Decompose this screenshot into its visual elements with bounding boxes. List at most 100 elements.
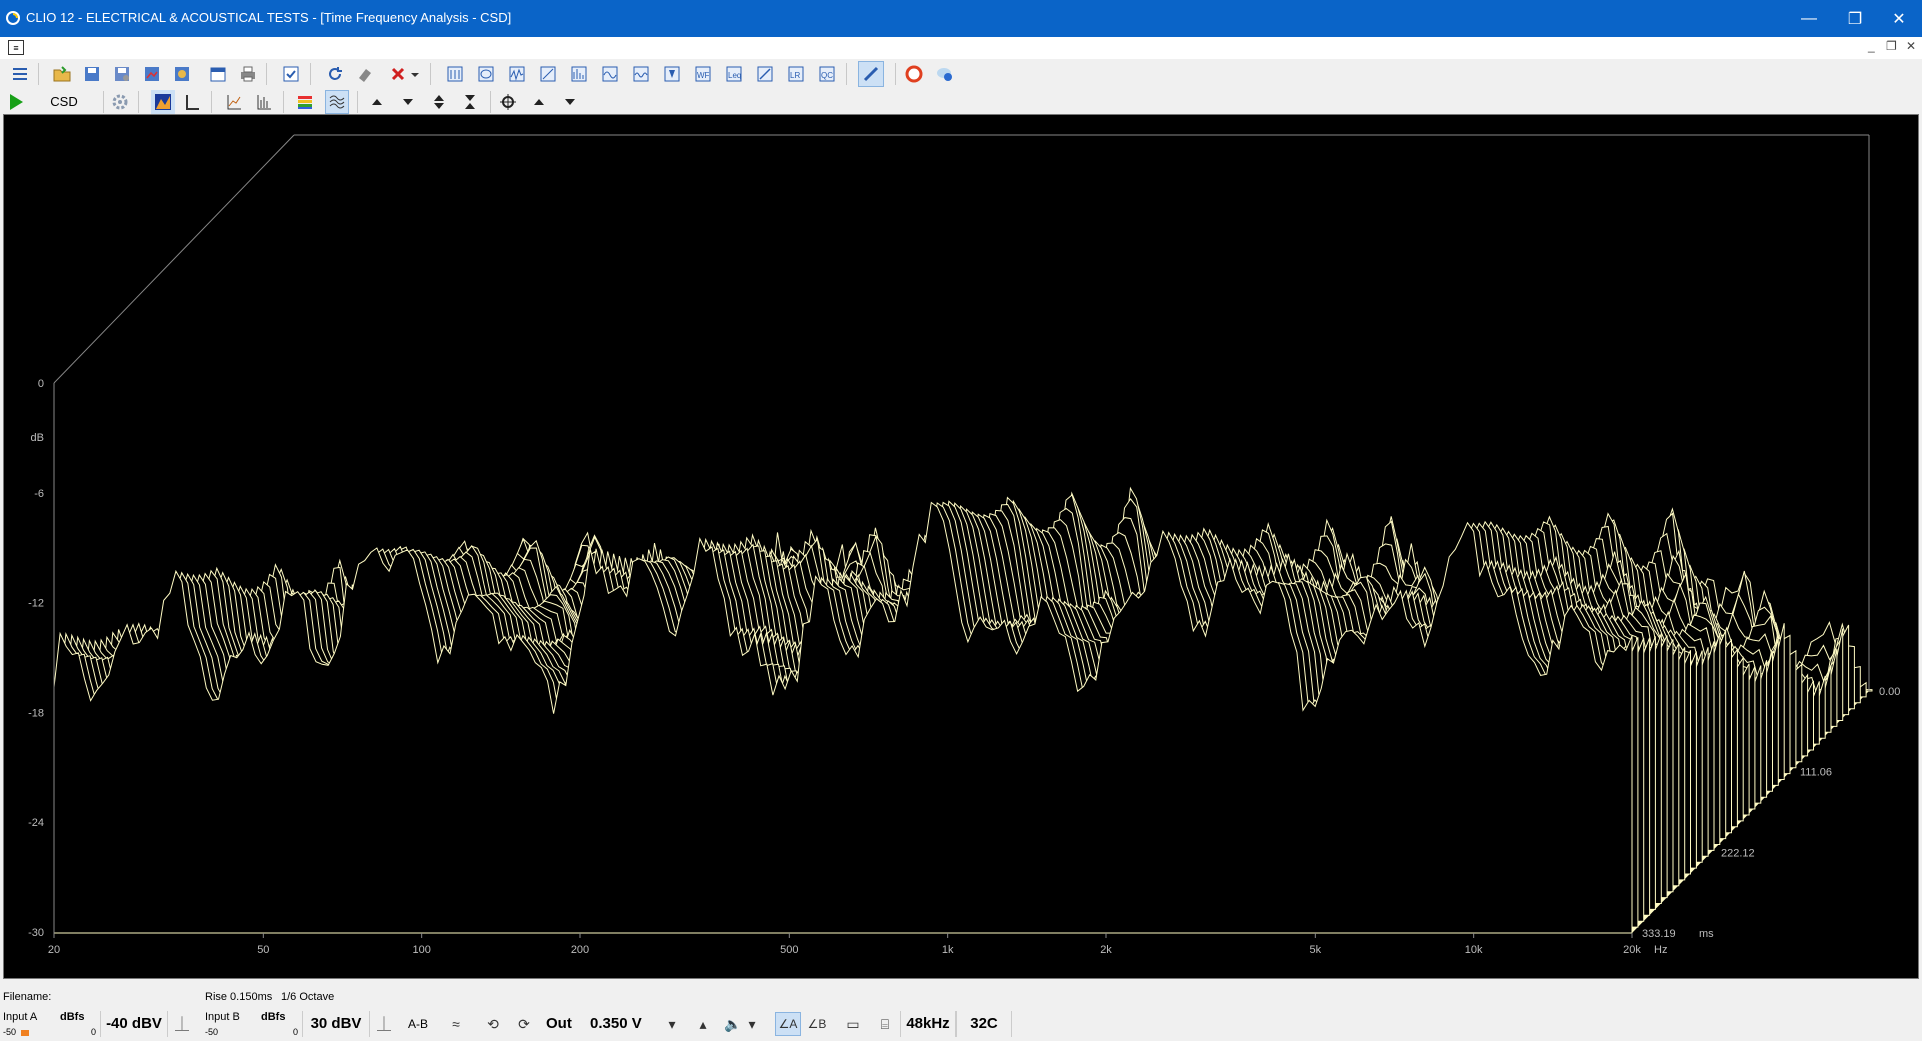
oscilloscope-icon[interactable] bbox=[474, 62, 498, 86]
axes-icon[interactable] bbox=[180, 90, 204, 114]
mdi-restore-button[interactable]: ❐ bbox=[1886, 39, 1897, 53]
card-icon[interactable]: ▭ bbox=[842, 1013, 864, 1035]
speaker-icon[interactable]: 🔈 bbox=[722, 1013, 744, 1035]
close-button[interactable]: ✕ bbox=[1876, 0, 1922, 37]
y-tick-label: -18 bbox=[28, 707, 44, 719]
waterfall-lines-icon[interactable] bbox=[325, 90, 349, 114]
zoom-out-icon[interactable] bbox=[458, 90, 482, 114]
chart-up-icon[interactable] bbox=[222, 90, 246, 114]
save-icon[interactable] bbox=[80, 62, 104, 86]
impedance-a-icon[interactable]: ∠A bbox=[775, 1012, 801, 1036]
directivity-icon[interactable] bbox=[629, 62, 653, 86]
sample-rate[interactable]: 48kHz bbox=[900, 1011, 956, 1037]
input-b-scale-min: -50 bbox=[205, 1027, 219, 1037]
lr-icon[interactable]: LR bbox=[784, 62, 808, 86]
mdi-close-button[interactable]: ✕ bbox=[1906, 39, 1916, 53]
3d-view-icon[interactable] bbox=[151, 90, 175, 114]
input-a-trigger-icon[interactable]: ⏊ bbox=[171, 1013, 193, 1035]
z-tick-label: 333.19 bbox=[1642, 928, 1676, 940]
delete-icon[interactable] bbox=[386, 62, 410, 86]
sinusoidal-icon[interactable] bbox=[536, 62, 560, 86]
leq-icon[interactable]: Leq bbox=[722, 62, 746, 86]
phantom-icon[interactable]: ≈ bbox=[445, 1013, 467, 1035]
csd-plot[interactable]: 0 -6 -12 -18 -24 -30 dB 20 50 100 200 500 1k 2k 5k 10k 2… bbox=[3, 114, 1919, 979]
delete-dropdown-icon[interactable] bbox=[409, 62, 421, 86]
x-tick-label: 2k bbox=[1100, 944, 1112, 956]
input-b-meter: -50 0 bbox=[205, 1027, 300, 1037]
scale-down-icon[interactable] bbox=[396, 90, 420, 114]
output-dropdown-icon[interactable]: ▾ bbox=[661, 1013, 683, 1035]
minimize-button[interactable]: — bbox=[1786, 0, 1832, 37]
x-tick-label: 5k bbox=[1310, 944, 1322, 956]
input-a-scale-min: -50 bbox=[3, 1027, 17, 1037]
restore-button[interactable]: ❐ bbox=[1832, 0, 1878, 37]
export-data-icon[interactable] bbox=[170, 62, 194, 86]
input-b-scale-max: 0 bbox=[293, 1027, 299, 1037]
input-a-scale-max: 0 bbox=[91, 1027, 97, 1037]
settings-icon[interactable] bbox=[108, 90, 132, 114]
status-bar: Filename: Rise 0.150ms 1/6 Octave Input … bbox=[0, 981, 1922, 1041]
wow-flutter-icon[interactable]: WF bbox=[691, 62, 715, 86]
save-as-icon[interactable] bbox=[110, 62, 134, 86]
cursor-down-icon[interactable] bbox=[558, 90, 582, 114]
help-lifebuoy-icon[interactable] bbox=[902, 62, 926, 86]
eraser-icon[interactable] bbox=[353, 62, 377, 86]
speaker-param-icon[interactable] bbox=[660, 62, 684, 86]
chart-bars-icon[interactable] bbox=[252, 90, 276, 114]
input-b-unit: dBfs bbox=[261, 1011, 286, 1023]
input-a-range[interactable]: -40 dBV bbox=[100, 1011, 168, 1037]
temperature: 32C bbox=[956, 1011, 1012, 1037]
document-icon[interactable]: ≡ bbox=[8, 40, 24, 55]
cursor-up-icon[interactable] bbox=[527, 90, 551, 114]
filename-label: Filename: bbox=[3, 991, 52, 1003]
scale-up-icon[interactable] bbox=[365, 90, 389, 114]
online-help-icon[interactable] bbox=[932, 62, 956, 86]
output-up-icon[interactable]: ▴ bbox=[692, 1013, 714, 1035]
svg-text:QC: QC bbox=[821, 71, 833, 80]
output-level[interactable]: 0.350 V bbox=[590, 1015, 642, 1032]
main-toolbar: WF Leq LR QC bbox=[0, 59, 1922, 89]
calendar-icon[interactable] bbox=[206, 62, 230, 86]
input-a-label: Input A bbox=[3, 1011, 38, 1023]
x-tick-label: 500 bbox=[780, 944, 798, 956]
y-tick-label: -6 bbox=[34, 488, 44, 500]
axis-frame-top bbox=[53, 134, 295, 384]
quality-control-icon[interactable]: QC bbox=[815, 62, 839, 86]
x-tick-label: 100 bbox=[412, 944, 430, 956]
csd-toolbar: CSD bbox=[0, 89, 1922, 115]
play-icon[interactable] bbox=[4, 90, 28, 114]
waterfall-icon[interactable] bbox=[598, 62, 622, 86]
export-image-icon[interactable] bbox=[140, 62, 164, 86]
multimeter-icon[interactable] bbox=[443, 62, 467, 86]
mdi-minimize-button[interactable]: _ bbox=[1868, 39, 1875, 53]
x-tick-label: 20k bbox=[1623, 944, 1641, 956]
fft-icon[interactable] bbox=[505, 62, 529, 86]
input-b-range[interactable]: 30 dBV bbox=[302, 1011, 370, 1037]
menu-icon[interactable] bbox=[8, 62, 32, 86]
color-scale-icon[interactable] bbox=[293, 90, 317, 114]
speaker-dropdown-icon[interactable]: ▾ bbox=[745, 1013, 759, 1035]
loop-b-icon[interactable]: ⟳ bbox=[513, 1013, 535, 1035]
ruler-icon[interactable] bbox=[858, 61, 884, 87]
refresh-icon[interactable] bbox=[323, 62, 347, 86]
svg-text:WF: WF bbox=[697, 71, 710, 80]
print-icon[interactable] bbox=[236, 62, 260, 86]
a-minus-b-button[interactable]: A-B bbox=[408, 1017, 428, 1031]
input-b-trigger-icon[interactable]: ⏊ bbox=[373, 1013, 395, 1035]
mode-label[interactable]: CSD bbox=[36, 91, 92, 113]
impedance-b-icon[interactable]: ∠B bbox=[806, 1013, 828, 1035]
input-b-label: Input B bbox=[205, 1011, 240, 1023]
z-tick-label: 111.06 bbox=[1800, 767, 1832, 779]
zoom-in-icon[interactable] bbox=[427, 90, 451, 114]
x-tick-label: 200 bbox=[571, 944, 589, 956]
open-folder-icon[interactable] bbox=[50, 62, 74, 86]
input-a-meter: -50 0 bbox=[3, 1027, 98, 1037]
loop-a-icon[interactable]: ⟲ bbox=[482, 1013, 504, 1035]
generator-icon[interactable]: ⌸ bbox=[874, 1013, 896, 1035]
x-tick-label: 1k bbox=[942, 944, 954, 956]
cursor-target-icon[interactable] bbox=[496, 90, 520, 114]
mls-icon[interactable] bbox=[567, 62, 591, 86]
checklist-icon[interactable] bbox=[279, 62, 303, 86]
linearity-icon[interactable] bbox=[753, 62, 777, 86]
z-tick-label: 222.12 bbox=[1721, 847, 1755, 859]
